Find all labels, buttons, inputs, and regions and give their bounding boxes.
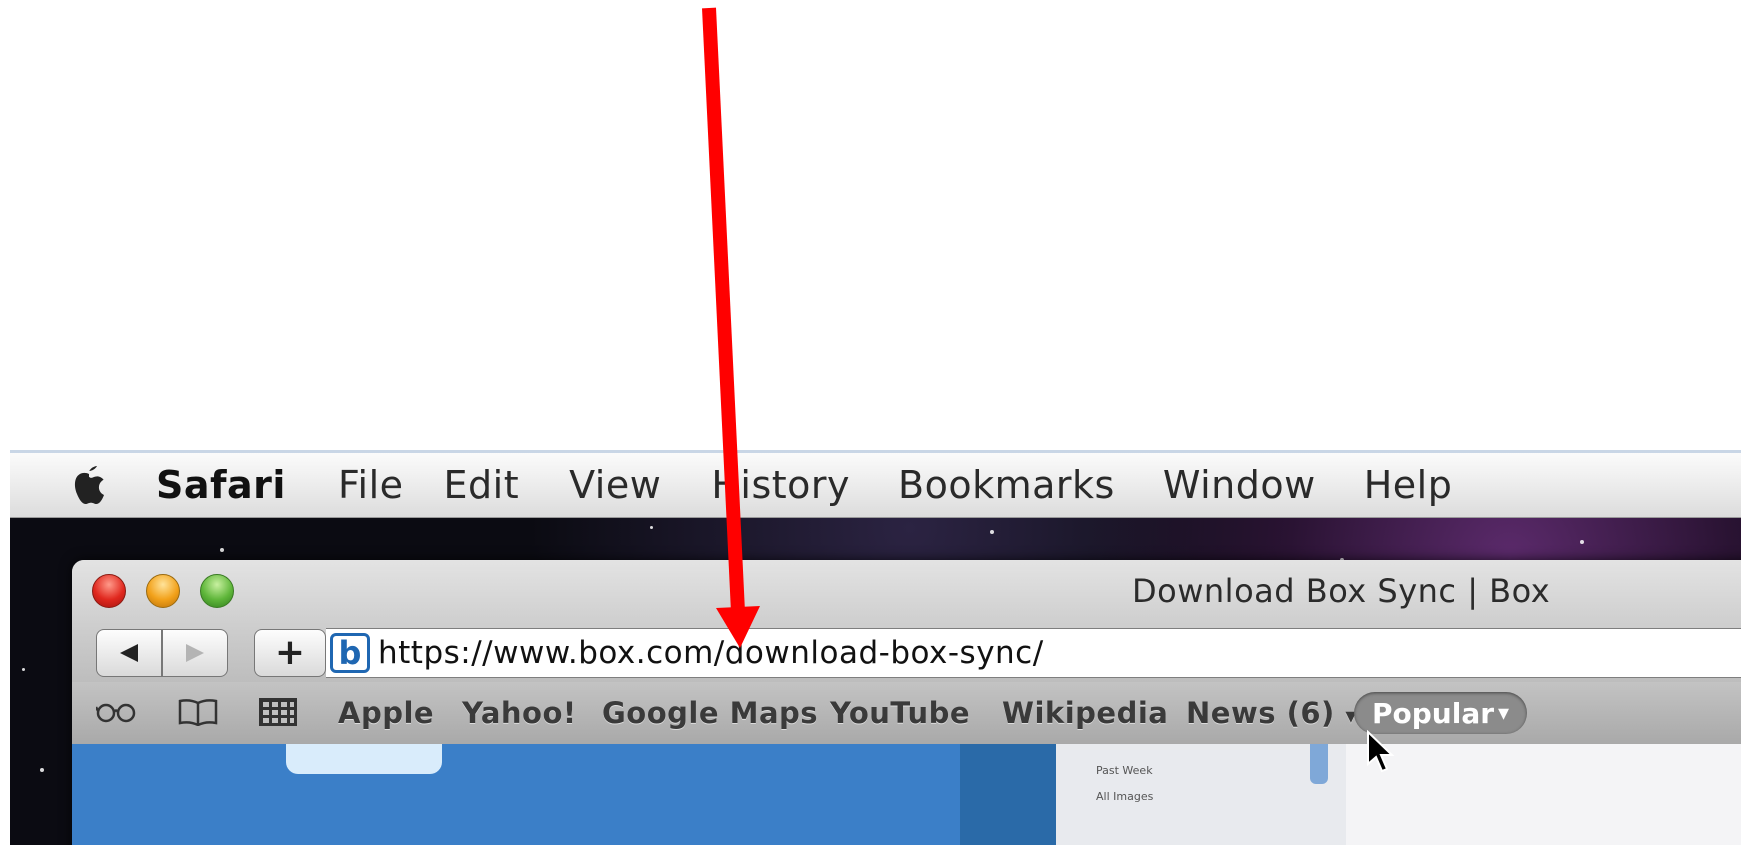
add-bookmark-button[interactable]: + [254, 629, 326, 677]
screen: Safari File Edit View History Bookmarks … [10, 450, 1741, 845]
bookmark-apple[interactable]: Apple [338, 696, 434, 730]
menu-bar: Safari File Edit View History Bookmarks … [10, 450, 1741, 518]
desktop-background: Download Box Sync | Box + b https://www.… [10, 518, 1741, 845]
menu-file[interactable]: File [338, 463, 404, 507]
bookmarks-book-icon[interactable] [178, 694, 218, 730]
top-sites-grid-icon[interactable] [258, 694, 298, 730]
box-favicon-icon: b [330, 633, 370, 673]
window-title: Download Box Sync | Box [1132, 572, 1551, 610]
page-dark-strip [960, 744, 1056, 845]
bookmark-news-label: News (6) [1186, 696, 1335, 730]
url-text[interactable]: https://www.box.com/download-box-sync/ [378, 635, 1044, 671]
address-bar[interactable]: b https://www.box.com/download-box-sync/ [326, 628, 1741, 678]
panel-row-all-images: All Images [1096, 790, 1154, 803]
web-page-content: Past Week All Images [72, 744, 1741, 845]
menu-help[interactable]: Help [1364, 463, 1453, 507]
minimize-window-button[interactable] [146, 574, 180, 608]
title-bar: Download Box Sync | Box [72, 560, 1741, 622]
bookmark-google-maps[interactable]: Google Maps [602, 696, 818, 730]
plus-icon: + [274, 632, 306, 673]
menu-view[interactable]: View [569, 463, 661, 507]
back-arrow-icon [120, 644, 138, 662]
back-button[interactable] [96, 629, 162, 677]
close-window-button[interactable] [92, 574, 126, 608]
menu-safari[interactable]: Safari [156, 463, 286, 507]
mouse-pointer-icon [1366, 729, 1396, 778]
reading-list-icon[interactable] [96, 694, 136, 730]
forward-button[interactable] [162, 629, 228, 677]
panel-row-past-week: Past Week [1096, 764, 1153, 777]
zoom-window-button[interactable] [200, 574, 234, 608]
page-scroll-indicator [1310, 744, 1328, 784]
chevron-down-icon: ▾ [1498, 700, 1510, 726]
page-white-area [1346, 744, 1741, 845]
menu-history[interactable]: History [711, 463, 850, 507]
bookmark-popular-label: Popular [1372, 696, 1495, 730]
bookmark-popular-folder[interactable]: Popular ▾ [1354, 692, 1528, 734]
safari-window: Download Box Sync | Box + b https://www.… [72, 560, 1741, 845]
favicon-letter: b [338, 634, 362, 672]
bookmark-yahoo[interactable]: Yahoo! [462, 696, 577, 730]
menu-window[interactable]: Window [1163, 463, 1316, 507]
forward-arrow-icon [186, 644, 204, 662]
bookmark-youtube[interactable]: YouTube [830, 696, 970, 730]
menu-bookmarks[interactable]: Bookmarks [898, 463, 1115, 507]
page-header-tab [286, 744, 442, 774]
page-screenshot-panel: Past Week All Images [1056, 744, 1346, 845]
browser-toolbar: + b https://www.box.com/download-box-syn… [72, 622, 1741, 682]
bookmark-news-folder[interactable]: News (6) ▾ [1186, 696, 1357, 730]
apple-logo-icon[interactable] [68, 464, 110, 506]
menu-edit[interactable]: Edit [444, 463, 520, 507]
bookmarks-bar: Apple Yahoo! Google Maps YouTube Wikiped… [72, 682, 1741, 745]
bookmark-wikipedia[interactable]: Wikipedia [1002, 696, 1168, 730]
